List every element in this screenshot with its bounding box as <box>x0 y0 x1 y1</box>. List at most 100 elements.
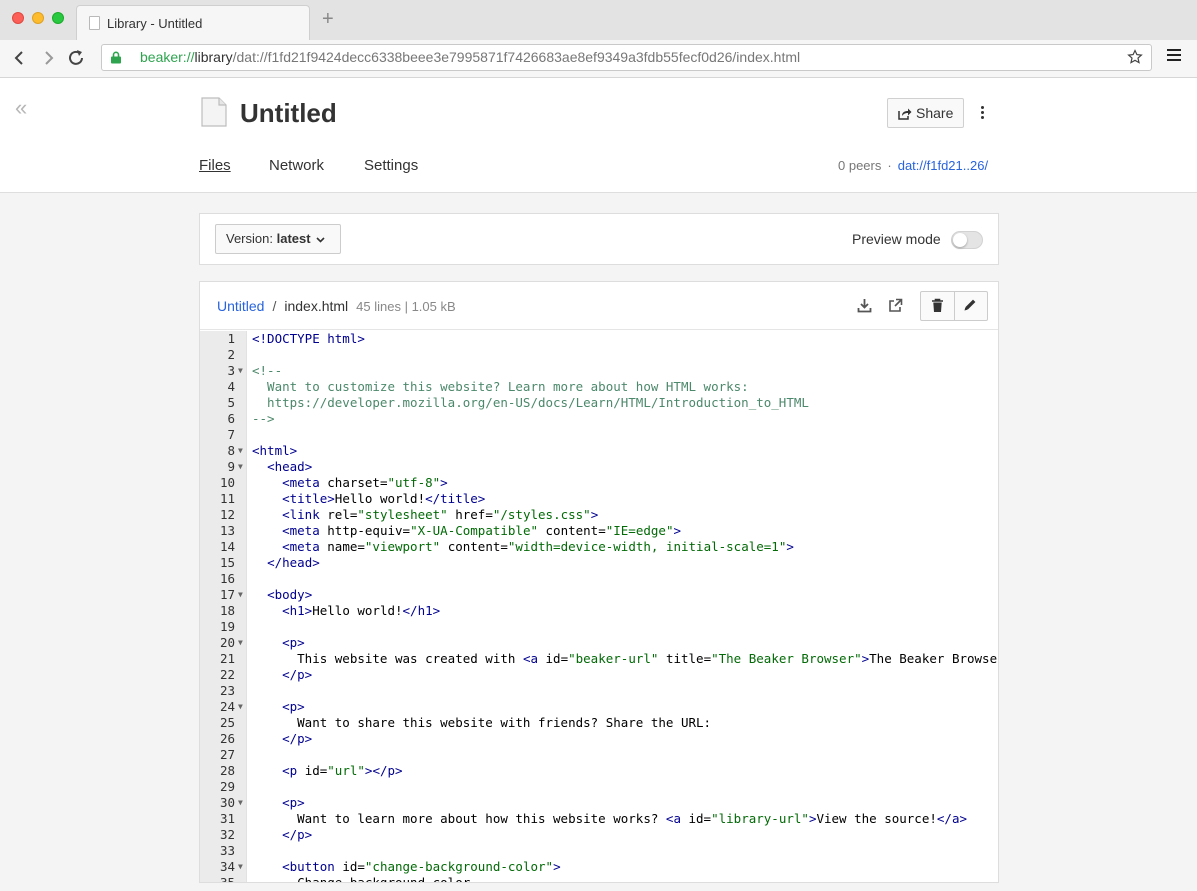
code-line: 3 ▼ <!-- <box>200 363 998 379</box>
line-number: 34 <box>219 859 235 874</box>
line-number: 9 <box>227 459 235 474</box>
code-line: 20 ▼ <p> <box>200 635 998 651</box>
fold-toggle-icon[interactable]: ▼ <box>238 635 243 651</box>
fold-toggle-icon[interactable]: ▼ <box>238 795 243 811</box>
tab-network[interactable]: Network <box>269 157 324 174</box>
code-text: <!DOCTYPE html> <box>252 331 365 346</box>
preview-mode-label: Preview mode <box>852 231 941 247</box>
reload-icon[interactable] <box>64 47 88 69</box>
line-number: 19 <box>219 619 235 634</box>
code-text: <title>Hello world!</title> <box>282 491 486 506</box>
code-line: 13 <meta http-equiv="X-UA-Compatible" co… <box>200 523 998 539</box>
code-text: Want to share this website with friends?… <box>252 715 712 730</box>
code-line: 5 https://developer.mozilla.org/en-US/do… <box>200 395 998 411</box>
preview-mode-toggle[interactable] <box>951 231 983 249</box>
code-text: <button id="change-background-color"> <box>282 859 561 874</box>
code-text: </p> <box>282 827 313 842</box>
code-line: 32 </p> <box>200 827 998 843</box>
code-line: 23 <box>200 683 998 699</box>
code-line: 10 <meta charset="utf-8"> <box>200 475 998 491</box>
fold-toggle-icon[interactable]: ▼ <box>238 443 243 459</box>
line-number: 10 <box>219 475 235 490</box>
share-button-label: Share <box>916 105 954 121</box>
pencil-icon[interactable] <box>963 298 977 312</box>
code-line: 24 ▼ <p> <box>200 699 998 715</box>
tab-files[interactable]: Files <box>199 157 231 174</box>
network-status: 0 peers · dat://f1fd21..26/ <box>838 158 988 173</box>
code-text: <html> <box>252 443 298 458</box>
fold-toggle-icon[interactable]: ▼ <box>238 459 243 475</box>
file-header: Untitled / index.html 45 lines | 1.05 kB <box>200 282 998 330</box>
fold-toggle-icon[interactable]: ▼ <box>238 859 243 875</box>
code-line: 27 <box>200 747 998 763</box>
breadcrumb-root-link[interactable]: Untitled <box>217 298 264 314</box>
minimize-window-button[interactable] <box>32 12 44 24</box>
line-number: 25 <box>219 715 235 730</box>
code-line: 31 Want to learn more about how this web… <box>200 811 998 827</box>
page-header: « Untitled Share Files Network Settings … <box>0 78 1197 193</box>
code-text: <meta name="viewport" content="width=dev… <box>282 539 794 554</box>
code-text: <!-- <box>252 363 283 378</box>
fold-toggle-icon[interactable]: ▼ <box>238 699 243 715</box>
dat-url-link[interactable]: dat://f1fd21..26/ <box>898 158 988 173</box>
breadcrumb-filename: index.html <box>284 298 349 314</box>
code-text: <p> <box>282 699 305 714</box>
close-window-button[interactable] <box>12 12 24 24</box>
code-line: 1 <!DOCTYPE html> <box>200 331 998 347</box>
line-number: 33 <box>219 843 235 858</box>
open-external-icon[interactable] <box>888 298 903 313</box>
tab-settings[interactable]: Settings <box>364 157 418 174</box>
line-number: 2 <box>227 347 235 362</box>
breadcrumb: Untitled / index.html 45 lines | 1.05 kB <box>217 298 456 314</box>
code-line: 21 This website was created with <a id="… <box>200 651 998 667</box>
code-line: 34 ▼ <button id="change-background-color"… <box>200 859 998 875</box>
code-text: <p> <box>282 635 305 650</box>
browser-tab-active[interactable]: Library - Untitled <box>76 5 310 40</box>
back-arrow-icon[interactable] <box>8 47 32 69</box>
more-options-icon[interactable] <box>981 106 985 121</box>
line-number: 30 <box>219 795 235 810</box>
code-line: 8 ▼ <html> <box>200 443 998 459</box>
lock-icon <box>111 51 121 64</box>
fold-toggle-icon[interactable]: ▼ <box>238 587 243 603</box>
collapse-sidebar-icon[interactable]: « <box>15 97 27 119</box>
line-number: 17 <box>219 587 235 602</box>
code-text: <body> <box>267 587 313 602</box>
new-tab-button[interactable]: + <box>322 9 334 29</box>
version-prefix: Version: <box>226 231 273 246</box>
version-value: latest <box>276 231 311 246</box>
trash-icon[interactable] <box>931 298 944 313</box>
url-path: /dat://f1fd21f9424decc6338beee3e7995871f… <box>232 49 801 65</box>
breadcrumb-separator: / <box>272 298 277 314</box>
code-line: 11 <title>Hello world!</title> <box>200 491 998 507</box>
fold-toggle-icon[interactable]: ▼ <box>238 363 243 379</box>
line-number: 23 <box>219 683 235 698</box>
url-text: beaker://library/dat://f1fd21f9424decc63… <box>140 45 800 70</box>
bookmark-star-icon[interactable] <box>1127 49 1143 65</box>
download-icon[interactable] <box>857 298 872 313</box>
code-line: 16 <box>200 571 998 587</box>
code-text: Change background color <box>252 875 471 883</box>
chevron-down-icon <box>316 237 325 243</box>
code-line: 25 Want to share this website with frien… <box>200 715 998 731</box>
share-icon <box>898 108 912 120</box>
browser-navbar: beaker://library/dat://f1fd21f9424decc63… <box>0 40 1197 78</box>
line-number: 16 <box>219 571 235 586</box>
line-number: 1 <box>227 331 235 346</box>
address-bar[interactable]: beaker://library/dat://f1fd21f9424decc63… <box>101 44 1152 71</box>
version-dropdown[interactable]: Version: latest <box>215 224 341 254</box>
line-number: 22 <box>219 667 235 682</box>
code-line: 7 <box>200 427 998 443</box>
code-line: 28 <p id="url"></p> <box>200 763 998 779</box>
share-button[interactable]: Share <box>887 98 964 128</box>
browser-menu-icon[interactable] <box>1167 49 1181 64</box>
code-line: 4 Want to customize this website? Learn … <box>200 379 998 395</box>
code-text: --> <box>252 411 275 426</box>
line-number: 14 <box>219 539 235 554</box>
forward-arrow-icon[interactable] <box>36 47 60 69</box>
maximize-window-button[interactable] <box>52 12 64 24</box>
code-line: 30 ▼ <p> <box>200 795 998 811</box>
code-text: <meta http-equiv="X-UA-Compatible" conte… <box>282 523 681 538</box>
line-number: 29 <box>219 779 235 794</box>
code-editor[interactable]: 1 <!DOCTYPE html> 2 3 ▼ <!-- 4 Want to customi… <box>200 331 998 883</box>
